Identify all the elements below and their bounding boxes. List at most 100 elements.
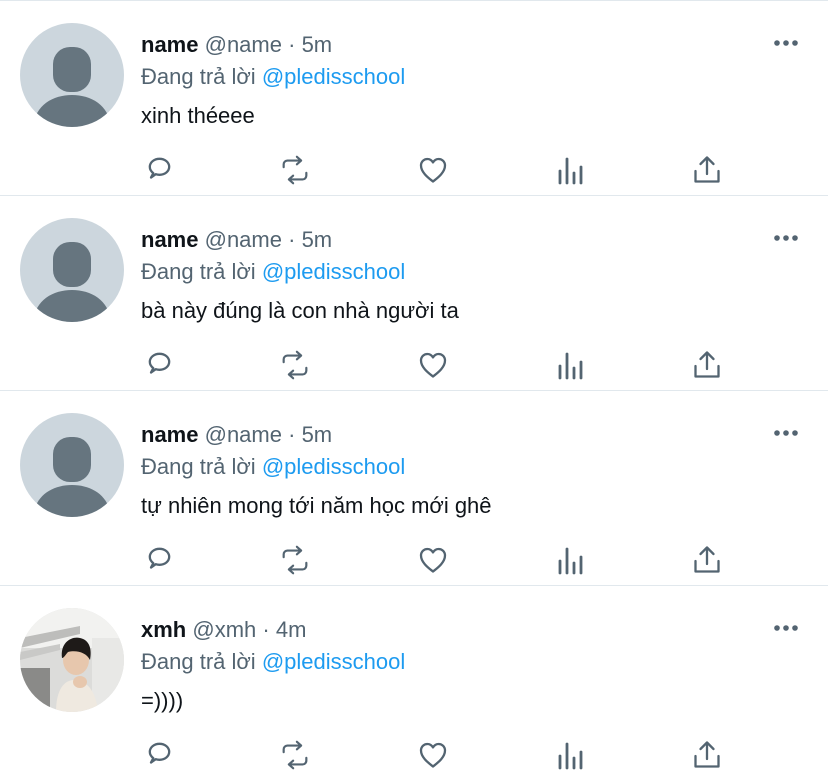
author-handle[interactable]: @name: [205, 227, 282, 252]
retweet-button[interactable]: [278, 348, 312, 382]
replying-to-handle[interactable]: @pledisschool: [262, 64, 405, 89]
avatar[interactable]: [20, 413, 124, 517]
timestamp[interactable]: 5m: [302, 422, 333, 447]
default-profile-icon: [20, 218, 124, 322]
analytics-button[interactable]: [554, 153, 588, 187]
replying-to: Đang trả lời @pledisschool: [141, 453, 405, 481]
share-button[interactable]: [690, 348, 724, 382]
separator: ·: [288, 227, 296, 252]
reply-button[interactable]: [141, 738, 175, 772]
default-profile-icon: [20, 23, 124, 127]
tweet[interactable]: name @name · 5m Đang trả lời @pledisscho…: [0, 1, 828, 196]
reply-button[interactable]: [141, 153, 175, 187]
timestamp[interactable]: 4m: [276, 617, 307, 642]
share-icon: [694, 546, 720, 573]
share-button[interactable]: [690, 738, 724, 772]
action-bar: [0, 348, 828, 384]
like-icon: [419, 157, 447, 183]
author-name[interactable]: name: [141, 227, 198, 252]
share-icon: [694, 351, 720, 378]
reply-icon: [148, 157, 171, 179]
reply-button[interactable]: [141, 348, 175, 382]
more-button[interactable]: [772, 421, 800, 445]
reply-icon: [148, 742, 171, 764]
more-button[interactable]: [772, 31, 800, 55]
tweet-header: name @name · 5m: [141, 226, 332, 254]
retweet-button[interactable]: [278, 153, 312, 187]
more-button[interactable]: [772, 226, 800, 250]
separator: ·: [262, 617, 270, 642]
tweet[interactable]: name @name · 5m Đang trả lời @pledisscho…: [0, 196, 828, 391]
action-bar: [0, 153, 828, 189]
like-icon: [419, 352, 447, 378]
reply-icon: [148, 547, 171, 569]
avatar[interactable]: [20, 608, 124, 712]
more-icon: [774, 235, 798, 241]
analytics-button[interactable]: [554, 348, 588, 382]
like-icon: [419, 742, 447, 768]
more-icon: [774, 430, 798, 436]
author-handle[interactable]: @xmh: [192, 617, 256, 642]
retweet-icon: [282, 350, 308, 380]
share-icon: [694, 741, 720, 768]
author-name[interactable]: name: [141, 32, 198, 57]
replying-to: Đang trả lời @pledisschool: [141, 258, 405, 286]
tweet-header: xmh @xmh · 4m: [141, 616, 306, 644]
like-button[interactable]: [416, 153, 450, 187]
replying-to-handle[interactable]: @pledisschool: [262, 259, 405, 284]
tweet[interactable]: xmh @xmh · 4m Đang trả lời @pledisschool…: [0, 586, 828, 781]
replying-to-handle[interactable]: @pledisschool: [262, 454, 405, 479]
tweet-text: xinh théeee: [141, 103, 255, 128]
replying-to: Đang trả lời @pledisschool: [141, 648, 405, 676]
author-name[interactable]: xmh: [141, 617, 186, 642]
share-button[interactable]: [690, 543, 724, 577]
replying-to-label: Đang trả lời: [141, 259, 256, 284]
tweet-text: =)))): [141, 688, 184, 713]
retweet-icon: [282, 155, 308, 185]
analytics-icon: [558, 547, 583, 575]
default-profile-icon: [20, 413, 124, 517]
analytics-icon: [558, 742, 583, 770]
author-handle[interactable]: @name: [205, 422, 282, 447]
retweet-icon: [282, 545, 308, 575]
profile-photo: [20, 608, 124, 712]
reply-feed: name @name · 5m Đang trả lời @pledisscho…: [0, 0, 828, 781]
separator: ·: [288, 32, 296, 57]
like-button[interactable]: [416, 543, 450, 577]
timestamp[interactable]: 5m: [302, 32, 333, 57]
more-icon: [774, 40, 798, 46]
replying-to-handle[interactable]: @pledisschool: [262, 649, 405, 674]
timestamp[interactable]: 5m: [302, 227, 333, 252]
replying-to-label: Đang trả lời: [141, 649, 256, 674]
analytics-icon: [558, 352, 583, 380]
retweet-button[interactable]: [278, 543, 312, 577]
avatar[interactable]: [20, 218, 124, 322]
reply-icon: [148, 352, 171, 374]
action-bar: [0, 738, 828, 774]
like-button[interactable]: [416, 738, 450, 772]
tweet-header: name @name · 5m: [141, 31, 332, 59]
tweet-text: bà này đúng là con nhà người ta: [141, 298, 459, 323]
like-button[interactable]: [416, 348, 450, 382]
action-bar: [0, 543, 828, 579]
analytics-button[interactable]: [554, 738, 588, 772]
share-button[interactable]: [690, 153, 724, 187]
tweet-header: name @name · 5m: [141, 421, 332, 449]
analytics-button[interactable]: [554, 543, 588, 577]
tweet-text: tự nhiên mong tới năm học mới ghê: [141, 493, 492, 518]
replying-to-label: Đang trả lời: [141, 64, 256, 89]
replying-to-label: Đang trả lời: [141, 454, 256, 479]
analytics-icon: [558, 157, 583, 185]
avatar[interactable]: [20, 23, 124, 127]
more-icon: [774, 625, 798, 631]
share-icon: [694, 156, 720, 183]
more-button[interactable]: [772, 616, 800, 640]
tweet[interactable]: name @name · 5m Đang trả lời @pledisscho…: [0, 391, 828, 586]
like-icon: [419, 547, 447, 573]
author-handle[interactable]: @name: [205, 32, 282, 57]
reply-button[interactable]: [141, 543, 175, 577]
replying-to: Đang trả lời @pledisschool: [141, 63, 405, 91]
retweet-button[interactable]: [278, 738, 312, 772]
separator: ·: [288, 422, 296, 447]
author-name[interactable]: name: [141, 422, 198, 447]
